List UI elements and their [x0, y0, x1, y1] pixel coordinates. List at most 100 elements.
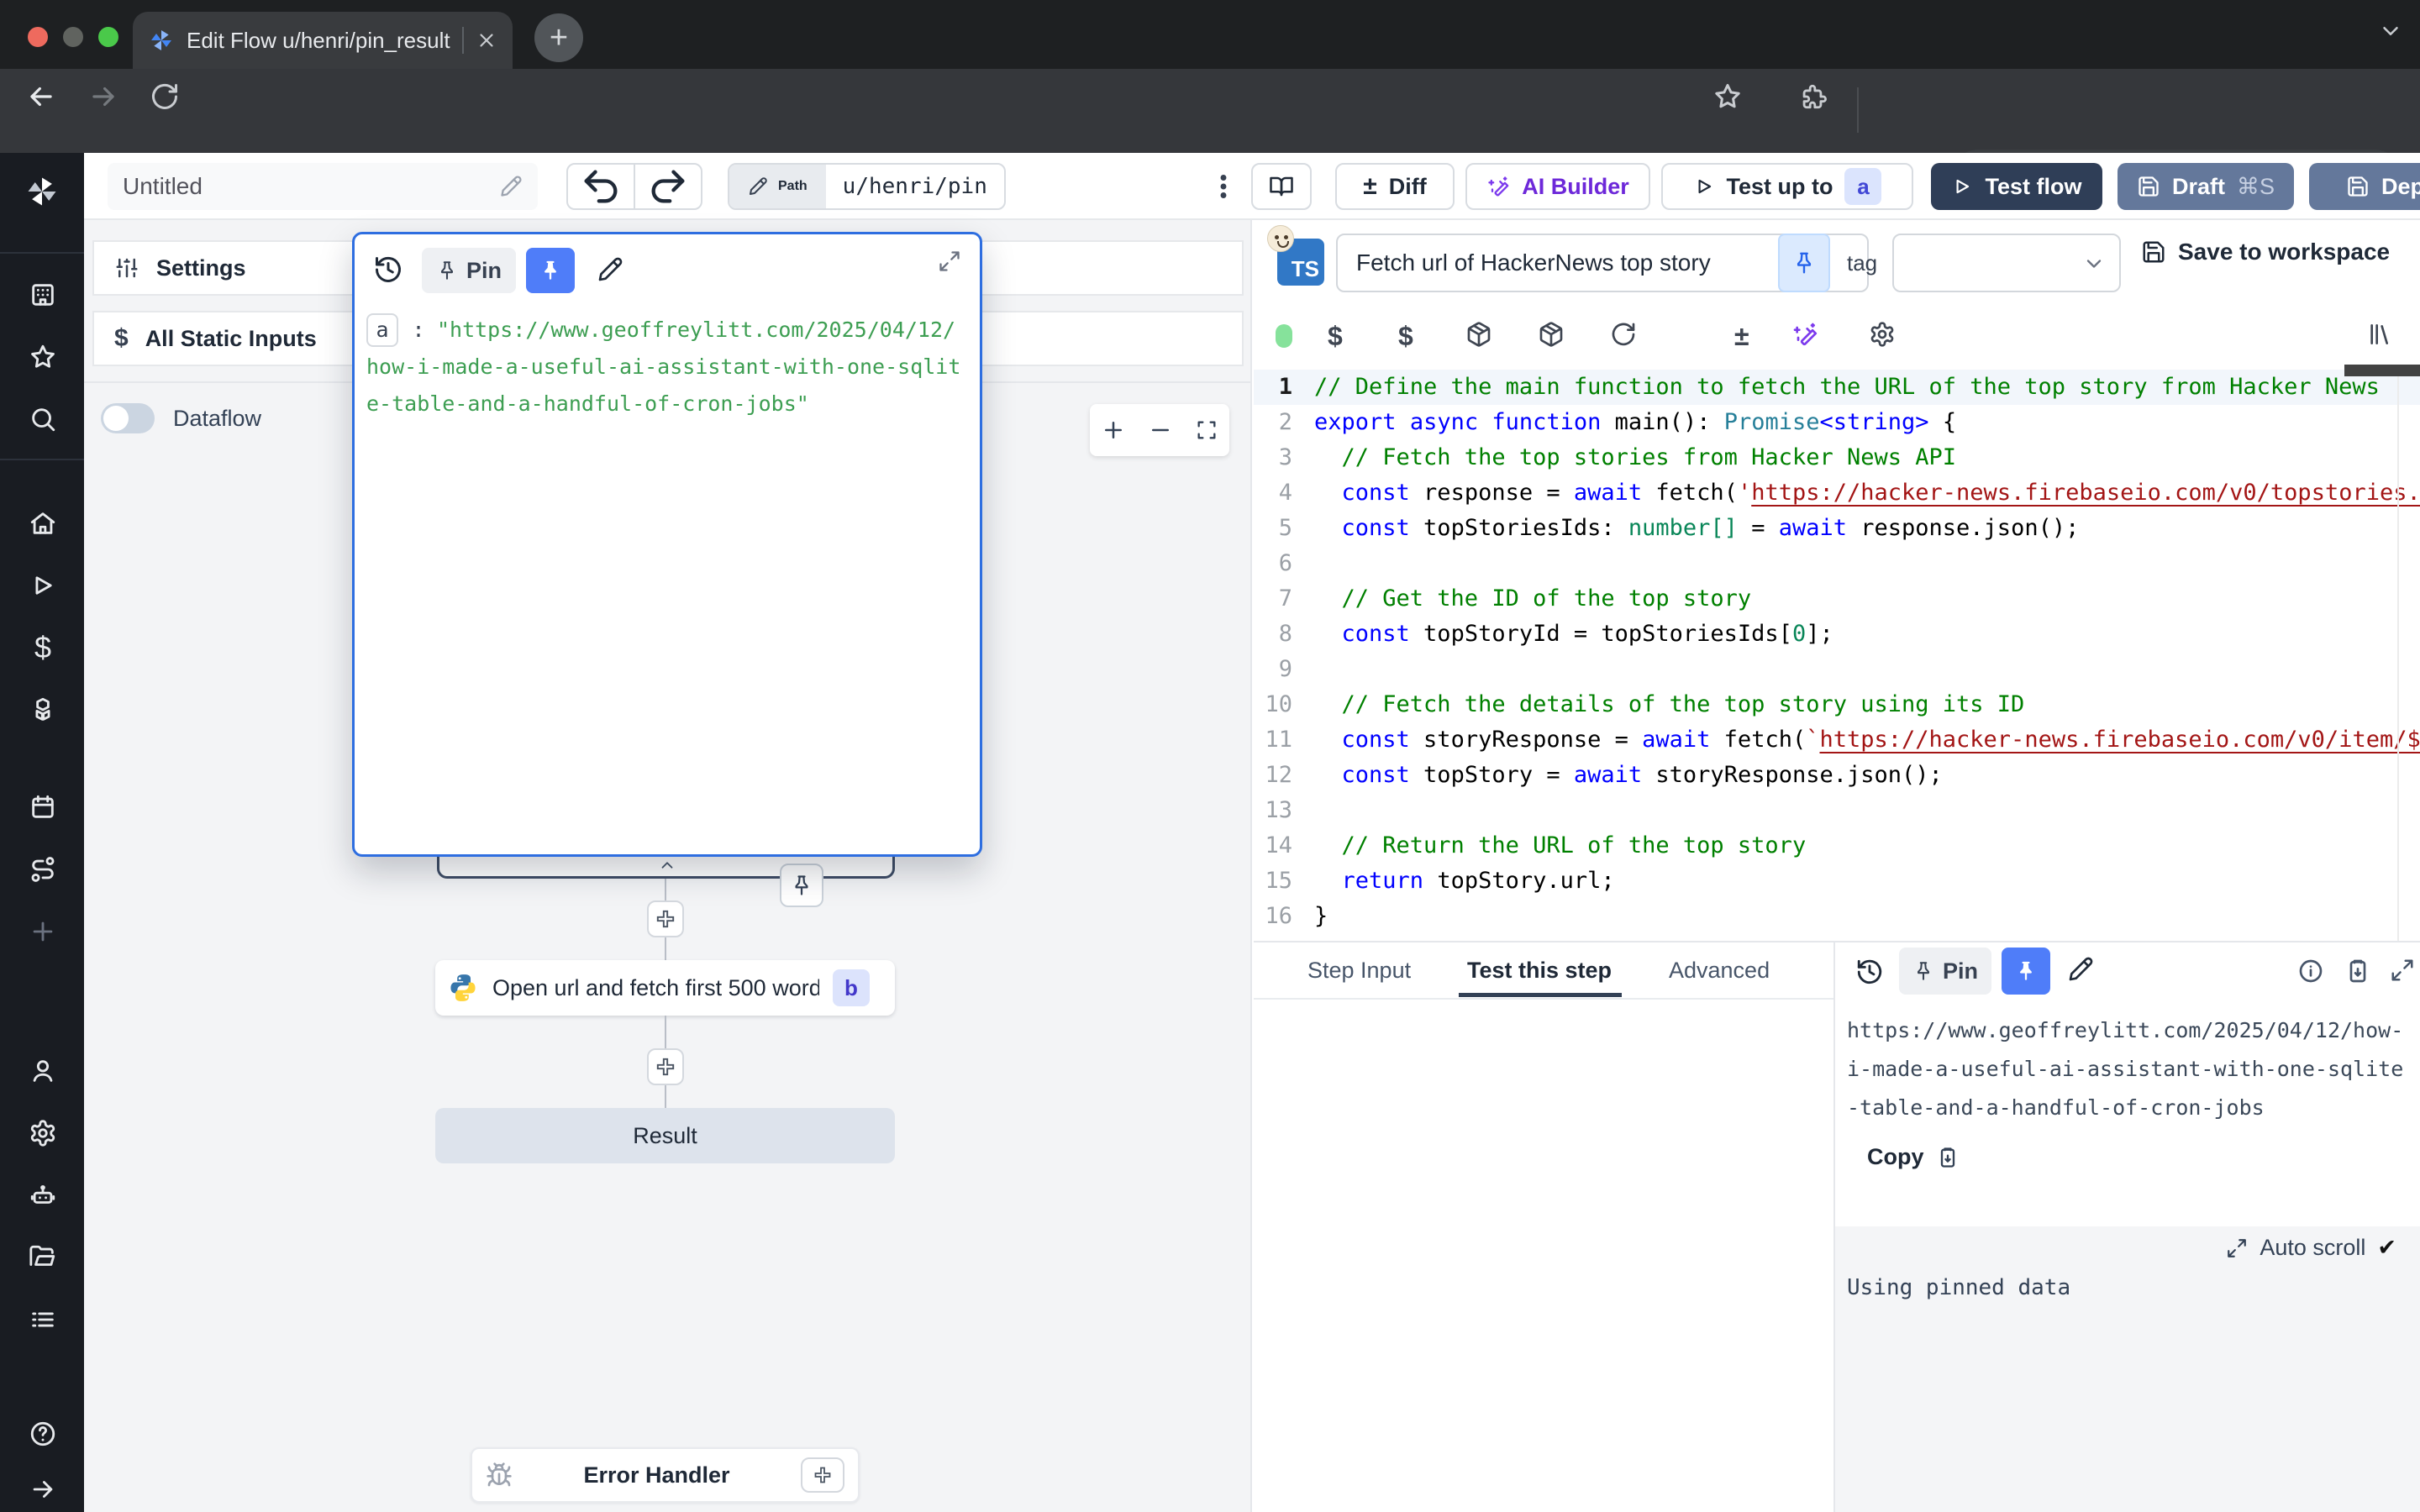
result-node[interactable]: Result	[435, 1108, 895, 1163]
redo-button[interactable]	[635, 165, 701, 208]
editor-settings-icon[interactable]	[1869, 321, 1896, 348]
code-line-6[interactable]: 6	[1254, 546, 2420, 581]
edit-name-icon[interactable]	[499, 175, 523, 198]
tab-test-this-step[interactable]: Test this step	[1467, 958, 1612, 984]
diff-button[interactable]: ± Diff	[1335, 163, 1455, 210]
code-editor[interactable]: 1// Define the main function to fetch th…	[1254, 365, 2420, 941]
sidebar-item-runs[interactable]	[29, 571, 57, 600]
code-line-7[interactable]: 7 // Get the ID of the top story	[1254, 581, 2420, 617]
sidebar-item-schedules[interactable]	[29, 793, 57, 822]
error-handler-node[interactable]: Error Handler	[471, 1447, 860, 1503]
code-line-3[interactable]: 3 // Fetch the top stories from Hacker N…	[1254, 440, 2420, 475]
insert-step-button[interactable]	[647, 1048, 684, 1085]
flow-node-b[interactable]: Open url and fetch first 500 words of ..…	[435, 960, 895, 1016]
diff-icon[interactable]: ±	[1734, 321, 1749, 348]
docs-button[interactable]	[1251, 163, 1312, 210]
draft-button[interactable]: Draft ⌘S	[2118, 163, 2294, 210]
browser-tab[interactable]: Edit Flow u/henri/pin_results	[133, 12, 513, 69]
path-button[interactable]: Path	[729, 165, 826, 208]
sidebar-item-user[interactable]	[29, 1057, 57, 1085]
maximize-window-button[interactable]	[98, 27, 118, 47]
expand-popup-icon[interactable]	[938, 249, 961, 273]
result-value[interactable]: https://www.geoffreylitt.com/2025/04/12/…	[1847, 1011, 2408, 1127]
ai-builder-button[interactable]: AI Builder	[1465, 163, 1650, 210]
sidebar-item-workspace[interactable]	[29, 281, 57, 309]
sidebar-item-logs[interactable]	[29, 1305, 57, 1334]
sidebar-item-settings[interactable]	[29, 1119, 57, 1147]
pin-toggle-button[interactable]: Pin	[422, 248, 516, 293]
tab-step-input[interactable]: Step Input	[1307, 958, 1411, 984]
sidebar-item-flows[interactable]	[29, 855, 57, 884]
code-line-11[interactable]: 11 const storyResponse = await fetch(`ht…	[1254, 722, 2420, 758]
package-icon[interactable]	[1538, 321, 1565, 348]
pinned-button[interactable]	[526, 248, 575, 293]
reload-icon[interactable]	[150, 81, 180, 112]
code-line-16[interactable]: 16}	[1254, 899, 2420, 934]
scrollbar-thumb[interactable]	[2344, 365, 2420, 376]
dataflow-toggle[interactable]	[101, 403, 155, 433]
node-pin-badge[interactable]	[780, 864, 823, 907]
extensions-icon[interactable]	[1798, 82, 1827, 111]
add-error-handler-button[interactable]	[801, 1457, 844, 1493]
code-line-4[interactable]: 4 const response = await fetch('https://…	[1254, 475, 2420, 511]
copy-button[interactable]: Copy	[1867, 1144, 1960, 1170]
result-edit-icon[interactable]	[2067, 956, 2094, 983]
sidebar-item-favorites[interactable]	[29, 343, 57, 371]
code-line-5[interactable]: 5 const topStoriesIds: number[] = await …	[1254, 511, 2420, 546]
zoom-in-icon[interactable]	[1101, 417, 1126, 443]
forward-icon[interactable]	[87, 81, 119, 113]
fullscreen-icon[interactable]	[2390, 958, 2415, 983]
code-line-15[interactable]: 15 return topStory.url;	[1254, 864, 2420, 899]
test-up-to-button[interactable]: Test up to a	[1661, 163, 1913, 210]
windmill-logo-icon[interactable]	[24, 173, 60, 210]
undo-button[interactable]	[568, 165, 634, 208]
sidebar-item-folders[interactable]	[29, 1243, 57, 1272]
sidebar-item-variables[interactable]: $	[29, 633, 57, 662]
code-line-1[interactable]: 1// Define the main function to fetch th…	[1254, 370, 2420, 405]
test-flow-button[interactable]: Test flow	[1931, 163, 2102, 210]
pinned-value[interactable]: a : "https://www.geoffreylitt.com/2025/0…	[366, 312, 968, 423]
resources-icon[interactable]: $	[1398, 321, 1413, 348]
code-line-2[interactable]: 2export async function main(): Promise<s…	[1254, 405, 2420, 440]
sidebar-help-icon[interactable]	[29, 1420, 57, 1448]
ai-assist-icon[interactable]	[1791, 321, 1818, 348]
sidebar-item-ai[interactable]	[29, 1181, 57, 1210]
code-line-13[interactable]: 13	[1254, 793, 2420, 828]
variables-icon[interactable]: $	[1328, 321, 1343, 348]
code-line-9[interactable]: 9	[1254, 652, 2420, 687]
new-tab-button[interactable]: +	[534, 13, 583, 62]
code-line-8[interactable]: 8 const topStoryId = topStoriesIds[0];	[1254, 617, 2420, 652]
code-line-10[interactable]: 10 // Fetch the details of the top story…	[1254, 687, 2420, 722]
flow-name-input[interactable]: Untitled	[108, 163, 538, 210]
back-icon[interactable]	[25, 81, 57, 113]
package-icon[interactable]	[1465, 321, 1492, 348]
result-pin-button[interactable]: Pin	[1899, 948, 1991, 995]
tab-search-icon[interactable]	[2378, 18, 2403, 44]
result-history-icon[interactable]	[1855, 958, 1884, 986]
close-window-button[interactable]	[28, 27, 48, 47]
minimize-window-button[interactable]	[63, 27, 83, 47]
fit-view-icon[interactable]	[1195, 418, 1218, 442]
history-icon[interactable]	[373, 255, 403, 285]
tag-select[interactable]	[1892, 234, 2121, 292]
code-line-12[interactable]: 12 const topStory = await storyResponse.…	[1254, 758, 2420, 793]
info-icon[interactable]	[2297, 958, 2324, 984]
sidebar-add-icon[interactable]	[29, 917, 57, 946]
deploy-button[interactable]: Deploy	[2309, 163, 2420, 210]
sidebar-item-home[interactable]	[29, 509, 57, 538]
code-line-14[interactable]: 14 // Return the URL of the top story	[1254, 828, 2420, 864]
bookmark-icon[interactable]	[1712, 81, 1743, 112]
sidebar-item-search[interactable]	[29, 405, 57, 433]
sidebar-item-resources[interactable]	[29, 696, 57, 724]
zoom-out-icon[interactable]	[1148, 417, 1173, 443]
tab-advanced[interactable]: Advanced	[1669, 958, 1770, 984]
step-pin-button[interactable]	[1778, 234, 1830, 292]
save-to-workspace-button[interactable]: Save to workspace	[2141, 239, 2390, 265]
more-options-icon[interactable]	[1208, 171, 1239, 202]
insert-step-button[interactable]	[647, 900, 684, 937]
path-value[interactable]: u/henri/pin	[826, 165, 1004, 208]
result-pinned-button[interactable]	[2002, 948, 2050, 995]
collapse-icon[interactable]	[655, 856, 680, 874]
paste-icon[interactable]	[2344, 958, 2371, 984]
reset-icon[interactable]	[1610, 321, 1637, 348]
